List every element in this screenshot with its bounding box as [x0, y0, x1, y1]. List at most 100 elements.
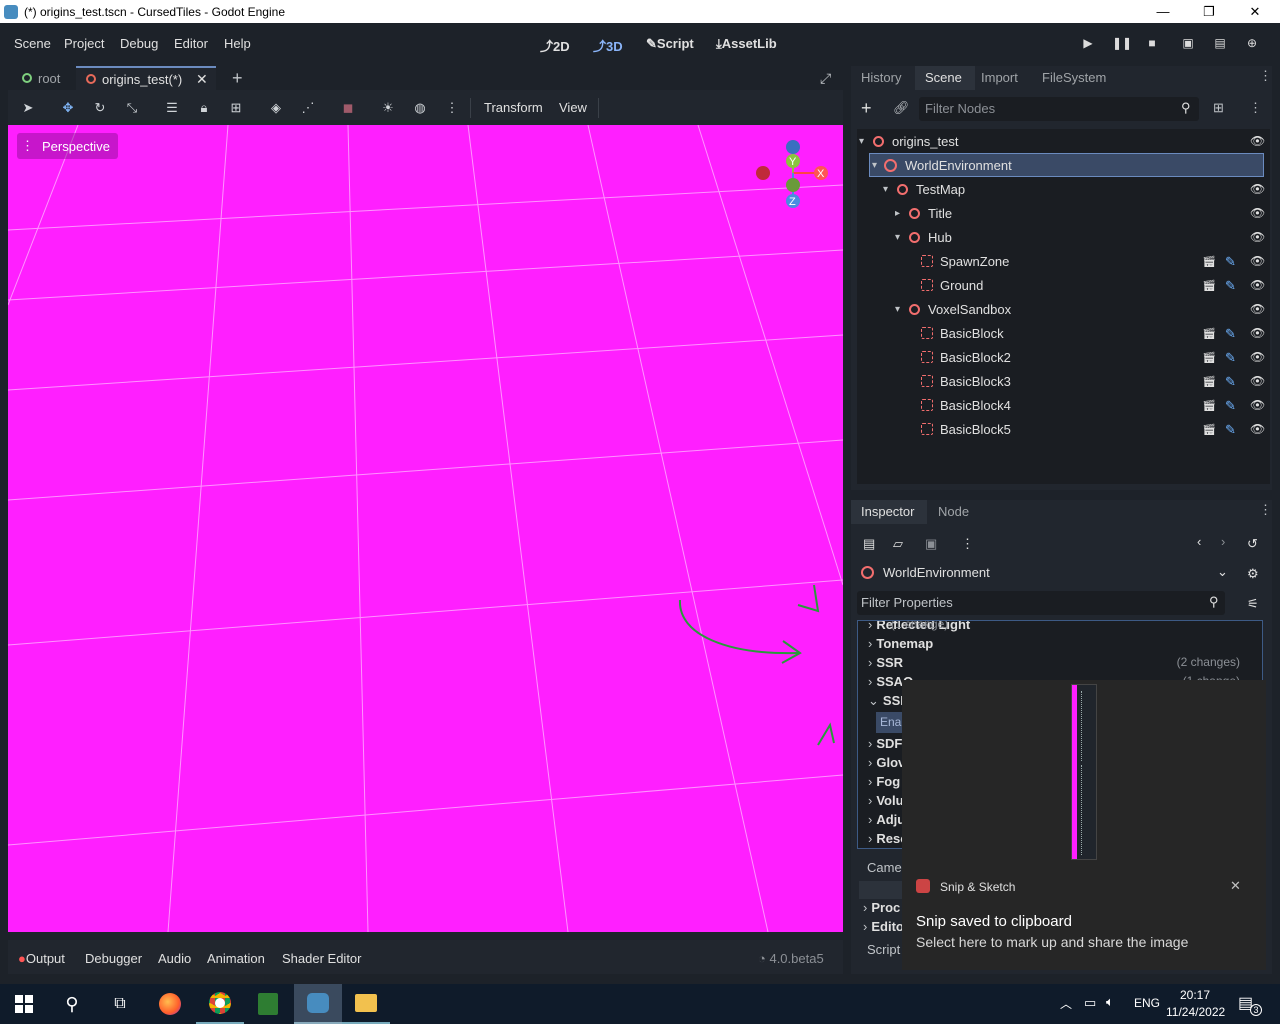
audio-tab[interactable]: Audio [158, 951, 191, 966]
language-indicator[interactable]: ENG [1134, 996, 1160, 1010]
visibility-eye-icon[interactable]: 👁︎ [1250, 278, 1265, 292]
tab-scene[interactable]: Scene [915, 66, 975, 90]
output-tab[interactable]: ●Output [18, 951, 65, 966]
play-scene-icon[interactable]: ▣ [1180, 36, 1196, 50]
filter-properties-input[interactable]: Filter Properties ⚲ [857, 591, 1225, 615]
snap-icon[interactable]: ⋰ [300, 100, 316, 116]
3d-viewport[interactable]: ⋮ Perspective Y X Z [8, 125, 843, 932]
visibility-eye-icon[interactable]: 👁︎ [1250, 206, 1265, 220]
section-ssr[interactable]: › SSR (2 changes) [868, 655, 1262, 674]
move-tool-icon[interactable]: ✥ [60, 100, 76, 116]
visibility-eye-icon[interactable]: 👁︎ [1250, 374, 1265, 388]
tab-root[interactable]: root [8, 66, 74, 90]
new-resource-icon[interactable]: ▤ [863, 536, 875, 552]
tab-origins-test[interactable]: origins_test(*) ✕ [76, 66, 216, 90]
visibility-eye-icon[interactable]: 👁︎ [1250, 134, 1265, 148]
sun-icon[interactable]: ☀ [380, 100, 396, 116]
tree-node-ground[interactable]: Ground 🎬︎ ✎ 👁︎ [857, 273, 1267, 297]
shader-editor-tab[interactable]: Shader Editor [282, 951, 362, 966]
volume-icon[interactable]: 🔈︎ [1106, 994, 1114, 1010]
add-node-icon[interactable]: + [861, 98, 872, 119]
section-reflected-light[interactable]: › Reflected Light (1 change) [868, 621, 970, 636]
link-icon[interactable]: 🔗︎ [893, 100, 910, 116]
open-scene-icon[interactable]: 🎬︎ [1202, 279, 1216, 292]
add-tab-icon[interactable]: + [232, 68, 243, 89]
file-explorer-icon[interactable] [342, 984, 390, 1024]
tab-history[interactable]: History [861, 70, 901, 85]
chevron-up-icon[interactable]: ︿ [1060, 995, 1072, 1012]
start-button[interactable] [0, 984, 48, 1024]
visibility-eye-icon[interactable]: 👁︎ [1250, 230, 1265, 244]
scene-options-icon[interactable]: ⋮ [1249, 100, 1262, 116]
visibility-eye-icon[interactable]: 👁︎ [1250, 302, 1265, 316]
local-space-icon[interactable]: ◈ [268, 100, 284, 116]
section-tonemap[interactable]: › Tonemap [868, 636, 933, 655]
tree-node-hub[interactable]: ▾ Hub 👁︎ [857, 225, 1267, 249]
open-scene-icon[interactable]: 🎬︎ [1202, 423, 1216, 436]
view-gizmo[interactable]: Y X Z [753, 137, 833, 217]
group-icon[interactable]: ⊞ [228, 100, 244, 116]
close-tab-icon[interactable]: ✕ [196, 71, 208, 88]
more-icon[interactable]: ⋮ [961, 536, 974, 552]
tree-node-basicblock2[interactable]: BasicBlock2 🎬︎ ✎ 👁︎ [857, 345, 1267, 369]
visibility-eye-icon[interactable]: 👁︎ [1250, 422, 1265, 436]
instance-scene-icon[interactable]: ⊞ [1213, 100, 1224, 116]
object-history-icon[interactable]: ↺ [1247, 536, 1258, 552]
tree-node-voxelsandbox[interactable]: ▾ VoxelSandbox 👁︎ [857, 297, 1267, 321]
menu-editor[interactable]: Editor [174, 36, 208, 51]
chrome-icon[interactable] [196, 984, 244, 1024]
open-scene-icon[interactable]: 🎬︎ [1202, 327, 1216, 340]
tree-node-basicblock5[interactable]: BasicBlock5 🎬︎ ✎ 👁︎ [857, 417, 1267, 441]
open-scene-icon[interactable]: 🎬︎ [1202, 375, 1216, 388]
movie-maker-icon[interactable]: ⊕ [1244, 36, 1260, 50]
object-tools-icon[interactable]: ⚙ [1247, 566, 1259, 582]
inspected-object-selector[interactable]: WorldEnvironment ⌄ [857, 561, 1233, 585]
save-icon[interactable]: ▣ [925, 536, 937, 552]
section-sdfgi[interactable]: › SDF [868, 736, 902, 755]
menu-scene[interactable]: Scene [14, 36, 51, 51]
filter-options-icon[interactable]: ⚟ [1247, 596, 1259, 612]
script-attached-icon[interactable]: ✎ [1225, 254, 1239, 269]
script-attached-icon[interactable]: ✎ [1225, 398, 1239, 413]
visibility-eye-icon[interactable]: 👁︎ [1250, 398, 1265, 412]
script-attached-icon[interactable]: ✎ [1225, 278, 1239, 293]
section-volumetric-fog[interactable]: › Volu [868, 793, 904, 812]
firefox-icon[interactable] [146, 984, 194, 1024]
script-attached-icon[interactable]: ✎ [1225, 326, 1239, 341]
history-forward-icon[interactable]: › [1221, 534, 1225, 549]
dock-menu-icon[interactable]: ⋮ [1259, 502, 1272, 518]
view-menu[interactable]: View [559, 100, 587, 115]
workspace-3d-button[interactable]: ⤴3D [593, 36, 623, 55]
godot-taskbar-icon[interactable] [294, 984, 342, 1024]
open-scene-icon[interactable]: 🎬︎ [1202, 255, 1216, 268]
filter-nodes-input[interactable]: Filter Nodes ⚲ [919, 97, 1199, 121]
section-fog[interactable]: › Fog [868, 774, 900, 793]
section-editor[interactable]: › Edito [863, 919, 904, 938]
visibility-eye-icon[interactable]: 👁︎ [1250, 254, 1265, 268]
script-attached-icon[interactable]: ✎ [1225, 350, 1239, 365]
spreadsheet-app-icon[interactable] [244, 984, 292, 1024]
open-scene-icon[interactable]: 🎬︎ [1202, 399, 1216, 412]
maximize-button[interactable]: ❐ [1186, 0, 1232, 23]
menu-project[interactable]: Project [64, 36, 104, 51]
lock-icon[interactable]: 🔒︎ [196, 100, 212, 116]
menu-debug[interactable]: Debug [120, 36, 158, 51]
perspective-button[interactable]: ⋮ Perspective [17, 133, 118, 159]
open-folder-icon[interactable]: ▱ [893, 536, 903, 552]
visibility-eye-icon[interactable]: 👁︎ [1250, 350, 1265, 364]
workspace-assetlib-button[interactable]: ⤓AssetLib [716, 36, 777, 52]
camera-icon[interactable]: ◼ [340, 100, 356, 116]
task-view-icon[interactable]: ⧉ [96, 984, 144, 1024]
script-attached-icon[interactable]: ✎ [1225, 422, 1239, 437]
tab-inspector[interactable]: Inspector [851, 500, 927, 524]
transform-menu[interactable]: Transform [484, 100, 543, 115]
clock-time[interactable]: 20:17 [1180, 988, 1210, 1002]
visibility-eye-icon[interactable]: 👁︎ [1250, 182, 1265, 196]
tree-node-basicblock[interactable]: BasicBlock 🎬︎ ✎ 👁︎ [857, 321, 1267, 345]
play-icon[interactable]: ▶ [1080, 36, 1096, 50]
tab-import[interactable]: Import [981, 70, 1018, 85]
snip-sketch-notification[interactable]: Snip & Sketch ✕ Snip saved to clipboard … [902, 680, 1266, 970]
workspace-script-button[interactable]: ✎Script [646, 36, 694, 52]
network-icon[interactable]: ▭ [1084, 995, 1096, 1011]
tree-node-worldenvironment[interactable]: ▾ WorldEnvironment [869, 153, 1264, 177]
